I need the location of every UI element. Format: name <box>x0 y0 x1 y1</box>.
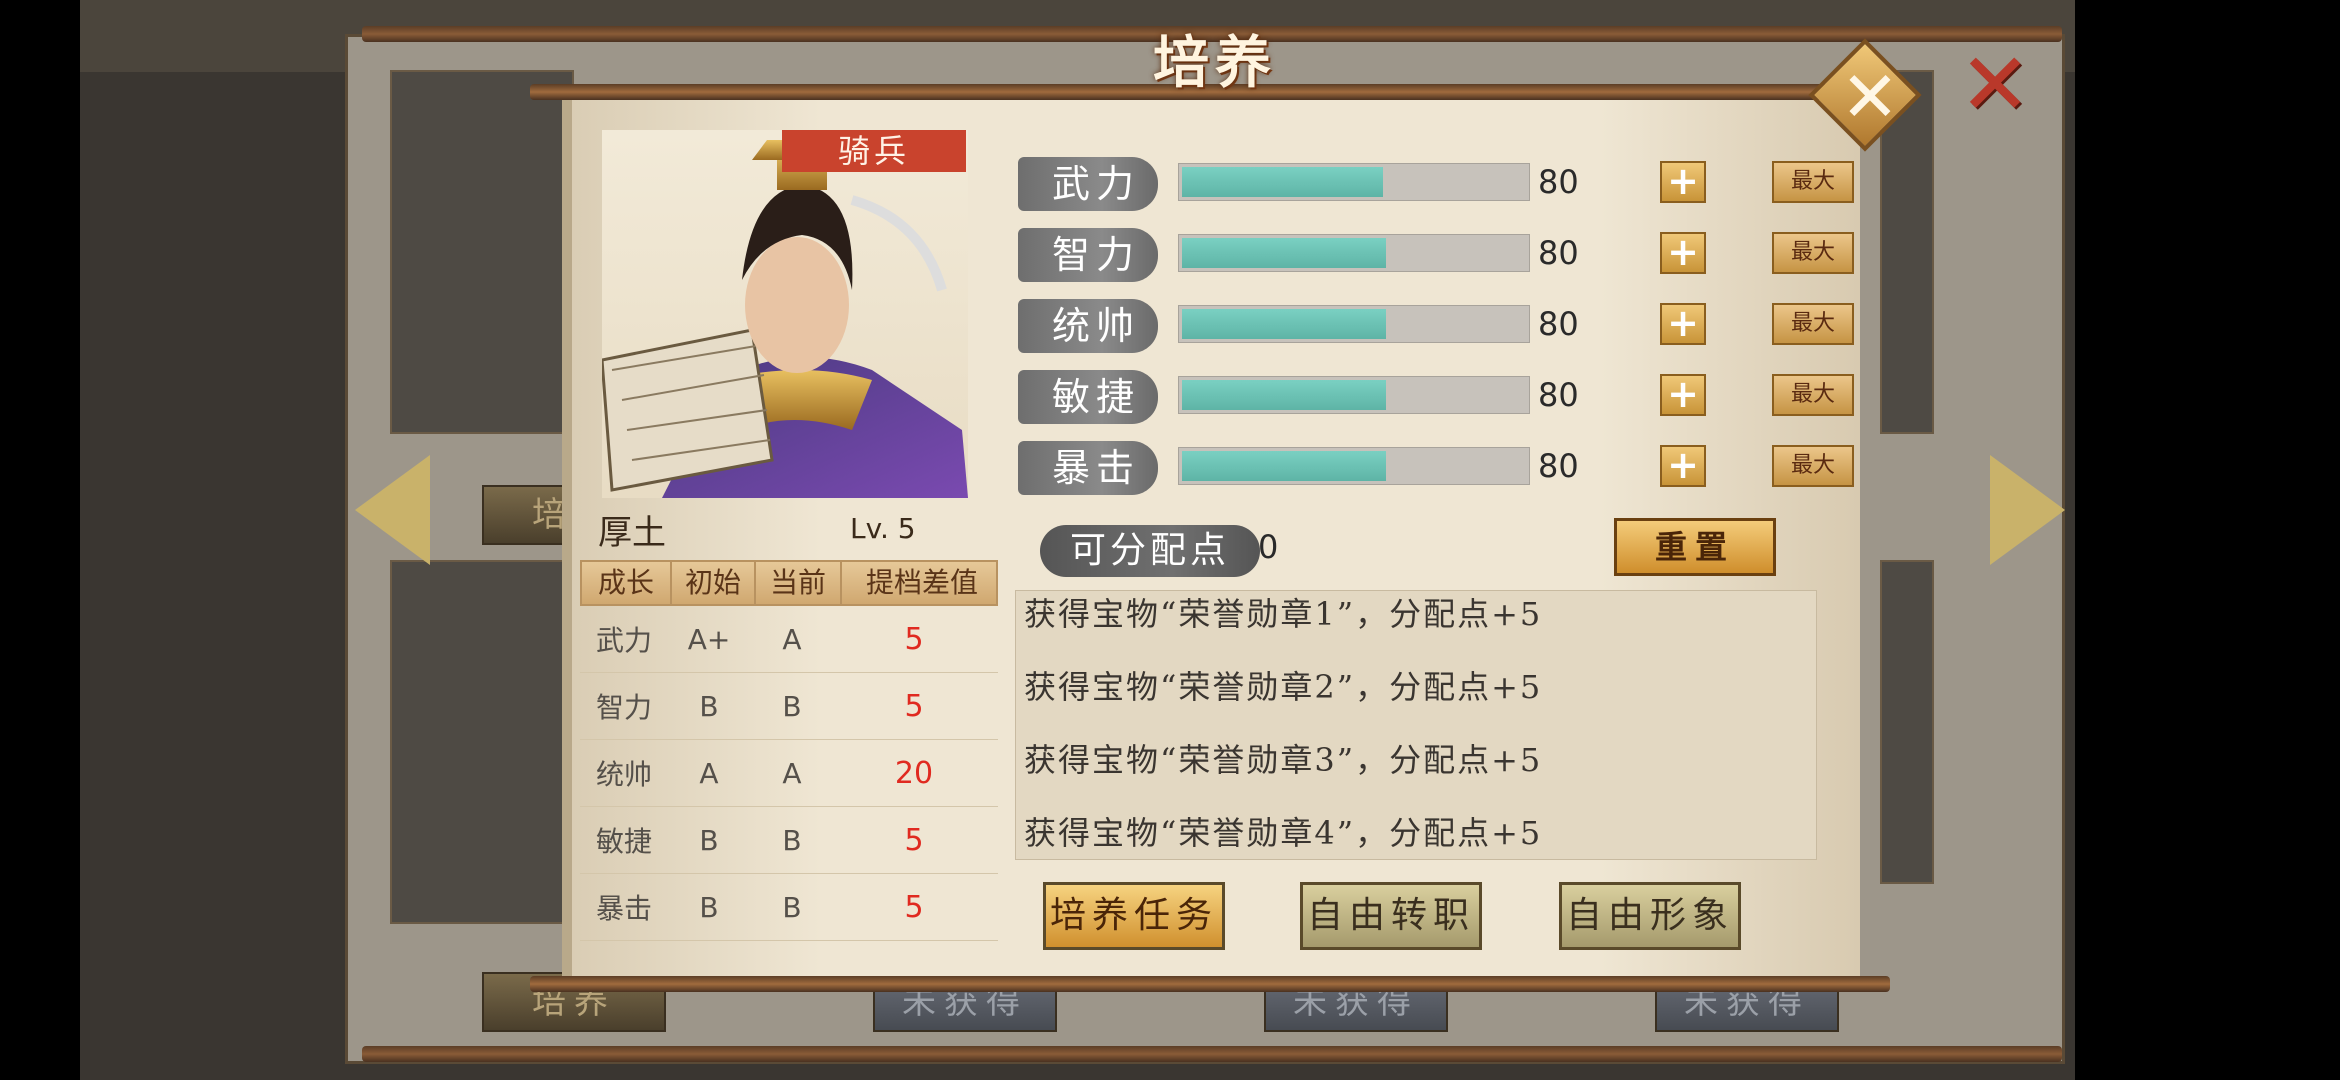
growth-stat: 敏捷 <box>595 825 652 858</box>
plus-icon[interactable]: + <box>1660 232 1706 274</box>
log-entry: 获得宝物“荣誉勋章4”，分配点+5 <box>1024 814 1543 852</box>
growth-header-cell: 当前 <box>756 562 842 604</box>
attr-bar-strength <box>1178 163 1530 201</box>
close-button[interactable]: ✕ <box>1955 42 2035 128</box>
attr-bar-fill <box>1182 451 1386 481</box>
max-button-intelligence[interactable]: 最大 <box>1772 232 1854 274</box>
attr-value-critical: 80 <box>1538 447 1579 485</box>
growth-table-header: 成长 初始 当前 提档差值 <box>580 560 998 606</box>
log-entry: 获得宝物“荣誉勋章2”，分配点+5 <box>1024 668 1543 706</box>
points-log[interactable]: 获得宝物“荣誉勋章1”，分配点+5 获得宝物“荣誉勋章2”，分配点+5 获得宝物… <box>1015 590 1817 860</box>
plus-icon[interactable]: + <box>1660 303 1706 345</box>
attr-label-agility: 敏捷 <box>1018 370 1158 424</box>
max-button-agility[interactable]: 最大 <box>1772 374 1854 416</box>
arrow-right-icon[interactable] <box>1990 455 2065 565</box>
growth-row: 统帅 A A 20 <box>580 740 998 807</box>
log-entry: 获得宝物“荣誉勋章1”，分配点+5 <box>1024 595 1543 633</box>
bg-hero-card <box>390 560 574 924</box>
growth-current: B <box>782 689 802 723</box>
attr-bar-intelligence <box>1178 234 1530 272</box>
attr-bar-leadership <box>1178 305 1530 343</box>
attr-label-leadership: 统帅 <box>1018 299 1158 353</box>
growth-diff: 5 <box>904 688 924 724</box>
attr-value-intelligence: 80 <box>1538 234 1579 272</box>
attr-label-intelligence: 智力 <box>1018 228 1158 282</box>
growth-header-cell: 成长 <box>582 562 672 604</box>
max-button-leadership[interactable]: 最大 <box>1772 303 1854 345</box>
arrow-left-icon[interactable] <box>355 455 430 565</box>
plus-icon[interactable]: + <box>1660 161 1706 203</box>
attr-value-leadership: 80 <box>1538 305 1579 343</box>
attr-value-agility: 80 <box>1538 376 1579 414</box>
log-entry: 获得宝物“荣誉勋章3”，分配点+5 <box>1024 741 1543 779</box>
panel-rod-bottom <box>530 976 1890 992</box>
reset-button[interactable]: 重置 <box>1614 518 1776 576</box>
growth-table: 成长 初始 当前 提档差值 武力 A+ A 5 智力 B B 5 统帅 A A … <box>580 560 998 941</box>
plus-icon[interactable]: + <box>1660 374 1706 416</box>
bg-hero-card <box>390 70 574 434</box>
growth-initial: B <box>699 689 719 723</box>
attr-bar-fill <box>1182 380 1386 410</box>
growth-row: 智力 B B 5 <box>580 673 998 740</box>
growth-diff: 5 <box>904 822 924 858</box>
attr-bar-fill <box>1182 309 1386 339</box>
growth-current: B <box>782 823 802 857</box>
growth-initial: B <box>699 823 719 857</box>
attr-bar-critical <box>1178 447 1530 485</box>
growth-stat: 统帅 <box>595 758 652 791</box>
max-button-critical[interactable]: 最大 <box>1772 445 1854 487</box>
hero-name: 厚土 <box>598 513 666 553</box>
hero-level: Lv. 5 <box>850 512 916 545</box>
train-task-button[interactable]: 培养任务 <box>1043 882 1225 950</box>
attr-bar-agility <box>1178 376 1530 414</box>
growth-initial: B <box>699 890 719 924</box>
attr-value-strength: 80 <box>1538 163 1579 201</box>
growth-stat: 武力 <box>595 624 652 657</box>
growth-diff: 5 <box>904 889 924 925</box>
hero-portrait-image <box>602 140 968 498</box>
growth-diff: 5 <box>904 621 924 657</box>
growth-stat: 智力 <box>595 691 652 724</box>
growth-row: 暴击 B B 5 <box>580 874 998 941</box>
growth-current: A <box>782 756 802 790</box>
attr-bar-fill <box>1182 167 1383 197</box>
attr-label-critical: 暴击 <box>1018 441 1158 495</box>
points-label: 可分配点 <box>1040 525 1260 577</box>
growth-row: 敏捷 B B 5 <box>580 807 998 874</box>
points-value: 0 <box>1258 528 1279 566</box>
growth-header-cell: 提档差值 <box>865 566 978 599</box>
growth-header-cell: 初始 <box>672 562 756 604</box>
plus-icon[interactable]: + <box>1660 445 1706 487</box>
hero-portrait <box>602 130 968 498</box>
growth-diff: 20 <box>894 755 934 791</box>
growth-initial: A+ <box>687 622 731 656</box>
close-icon[interactable]: ✕ <box>1825 52 1915 142</box>
attr-bar-fill <box>1182 238 1386 268</box>
appearance-button[interactable]: 自由形象 <box>1559 882 1741 950</box>
unit-type-tag: 骑兵 <box>782 130 966 172</box>
bg-hero-card <box>1880 560 1934 884</box>
growth-stat: 暴击 <box>595 892 652 925</box>
screen-title: 培养 <box>1153 30 1277 96</box>
outer-scroll-rod-bottom <box>362 1046 2062 1062</box>
growth-row: 武力 A+ A 5 <box>580 606 998 673</box>
growth-current: B <box>782 890 802 924</box>
growth-initial: A <box>699 756 719 790</box>
max-button-strength[interactable]: 最大 <box>1772 161 1854 203</box>
job-change-button[interactable]: 自由转职 <box>1300 882 1482 950</box>
growth-current: A <box>782 622 802 656</box>
attr-label-strength: 武力 <box>1018 157 1158 211</box>
